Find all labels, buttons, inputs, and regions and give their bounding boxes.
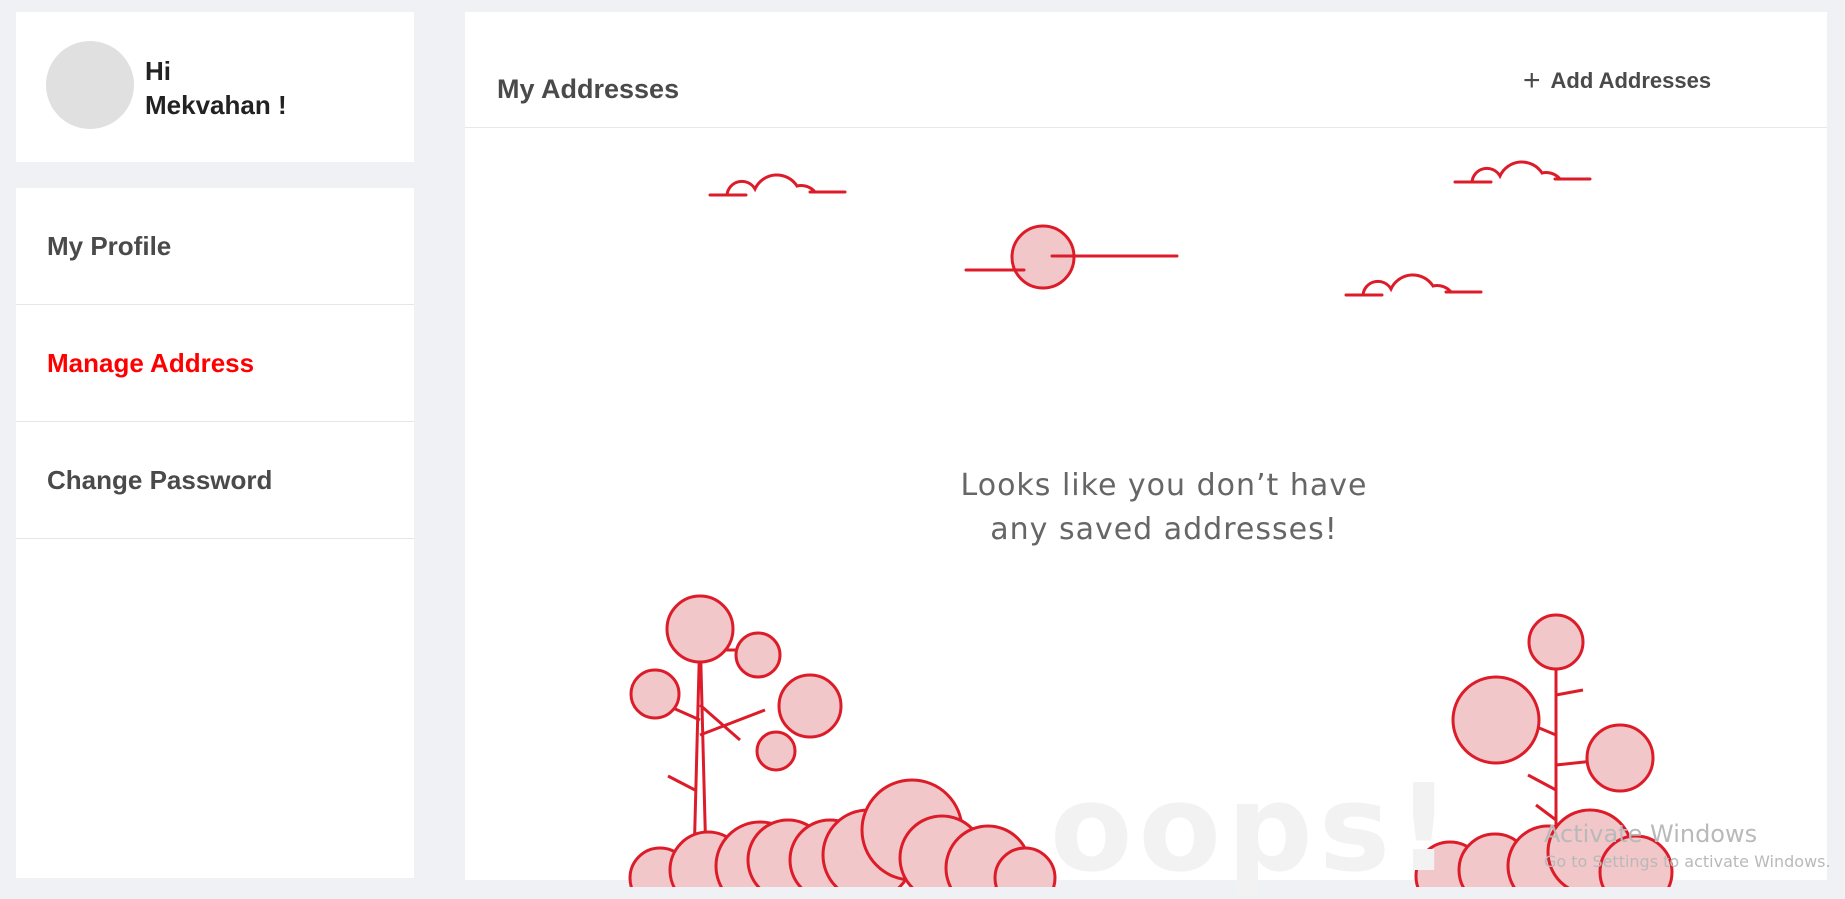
windows-watermark-subtitle: Go to Settings to activate Windows. xyxy=(1544,852,1831,871)
sun-icon xyxy=(964,224,1179,290)
oops-watermark: oops! xyxy=(1050,760,1457,899)
cloud-icon xyxy=(708,173,847,197)
empty-state-message: Looks like you don’t have any saved addr… xyxy=(0,464,1380,552)
empty-state-illustration xyxy=(628,160,1674,887)
windows-watermark-title: Activate Windows xyxy=(1544,820,1758,848)
empty-state-line-2: any saved addresses! xyxy=(990,512,1338,547)
cloud-icon xyxy=(1453,160,1592,184)
tree-left-icon xyxy=(629,594,843,861)
windows-activation-watermark: Activate Windows Go to Settings to activ… xyxy=(1544,820,1831,871)
cloud-icon xyxy=(1344,273,1483,297)
empty-state-line-1: Looks like you don’t have xyxy=(960,468,1368,503)
